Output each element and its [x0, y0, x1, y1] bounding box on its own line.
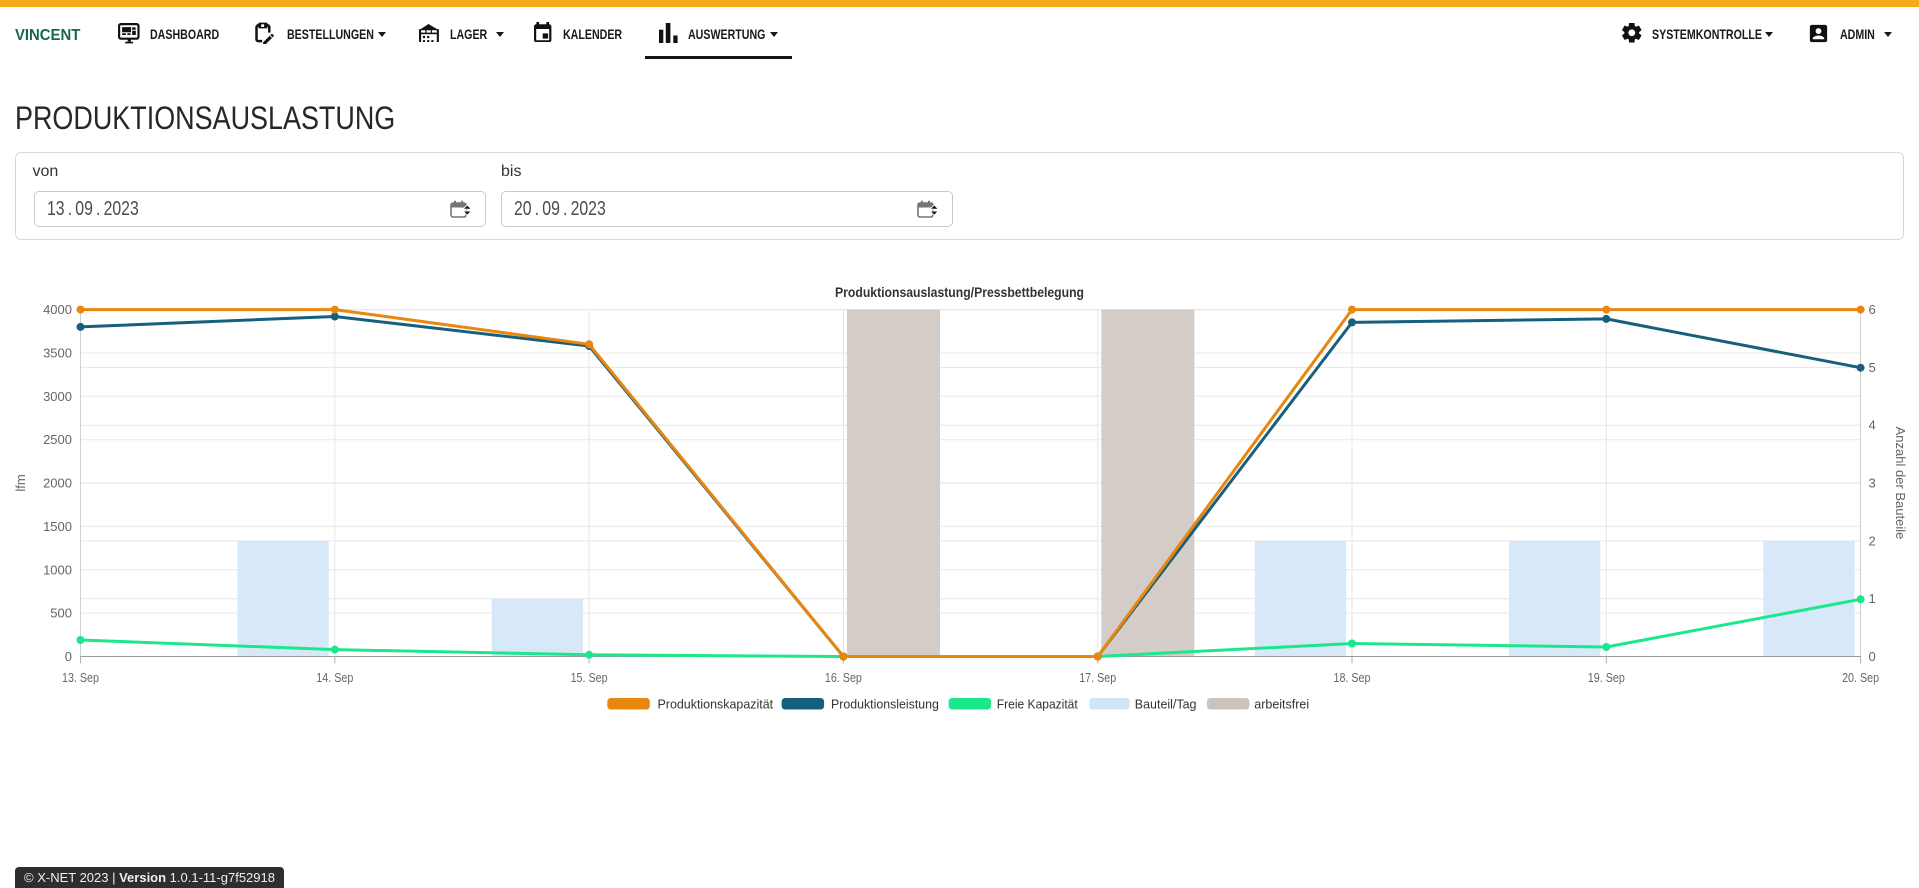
svg-text:Anzahl der Bauteile: Anzahl der Bauteile — [1893, 427, 1908, 540]
svg-text:13. Sep: 13. Sep — [62, 670, 99, 685]
svg-text:4000: 4000 — [43, 302, 72, 317]
svg-text:6: 6 — [1869, 302, 1876, 317]
svg-text:3500: 3500 — [43, 346, 72, 361]
svg-text:0: 0 — [1869, 649, 1876, 664]
svg-text:Produktionskapazität: Produktionskapazität — [658, 697, 774, 712]
svg-text:3: 3 — [1869, 476, 1876, 491]
svg-text:Bauteil/Tag: Bauteil/Tag — [1135, 697, 1197, 712]
svg-text:5: 5 — [1869, 360, 1876, 375]
svg-text:2: 2 — [1869, 533, 1876, 548]
svg-text:lfm: lfm — [13, 474, 28, 491]
svg-text:1000: 1000 — [43, 562, 72, 577]
svg-text:0: 0 — [65, 649, 72, 664]
svg-text:Produktionsauslastung/Pressbet: Produktionsauslastung/Pressbettbelegung — [835, 285, 1084, 300]
svg-text:4: 4 — [1869, 418, 1876, 433]
svg-text:2000: 2000 — [43, 476, 72, 491]
svg-text:1500: 1500 — [43, 519, 72, 534]
svg-text:15. Sep: 15. Sep — [571, 670, 608, 685]
svg-text:16. Sep: 16. Sep — [825, 670, 862, 685]
svg-text:2500: 2500 — [43, 432, 72, 447]
svg-text:1: 1 — [1869, 591, 1876, 606]
svg-text:Produktionsleistung: Produktionsleistung — [831, 697, 939, 712]
svg-text:18. Sep: 18. Sep — [1334, 670, 1371, 685]
svg-text:arbeitsfrei: arbeitsfrei — [1254, 697, 1309, 712]
svg-text:20. Sep: 20. Sep — [1842, 670, 1879, 685]
svg-text:Freie Kapazität: Freie Kapazität — [997, 697, 1078, 712]
svg-text:19. Sep: 19. Sep — [1588, 670, 1625, 685]
svg-text:3000: 3000 — [43, 389, 72, 404]
svg-text:17. Sep: 17. Sep — [1079, 670, 1116, 685]
svg-text:14. Sep: 14. Sep — [316, 670, 353, 685]
svg-text:500: 500 — [50, 606, 72, 621]
